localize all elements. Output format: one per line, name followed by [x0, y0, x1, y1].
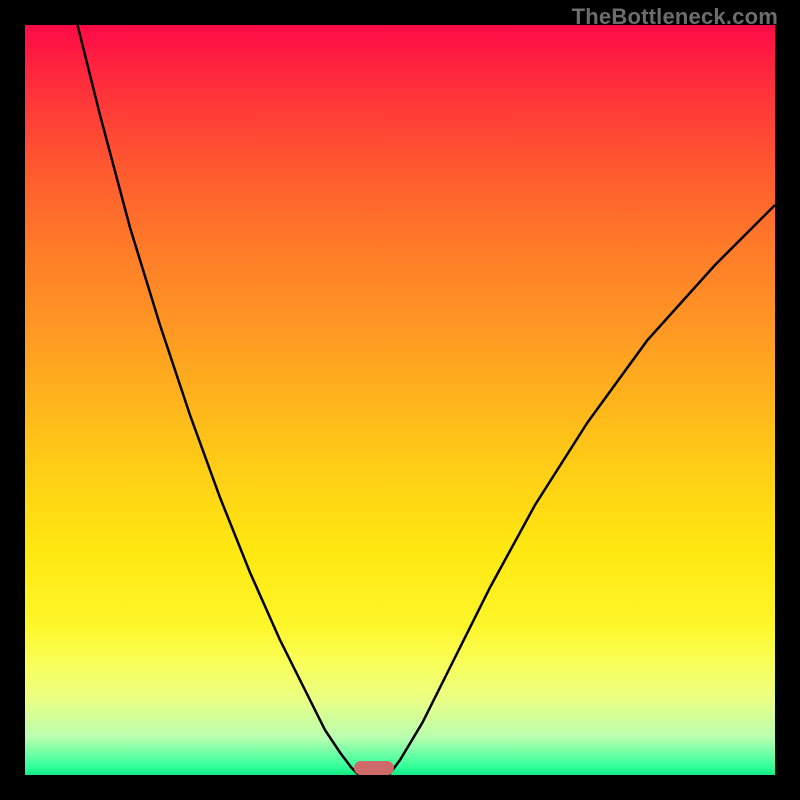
plot-area — [25, 25, 775, 775]
chart-frame: TheBottleneck.com — [0, 0, 800, 800]
right-curve — [389, 205, 775, 775]
curve-layer — [25, 25, 775, 775]
bottleneck-marker — [354, 761, 394, 775]
left-curve — [78, 25, 359, 775]
